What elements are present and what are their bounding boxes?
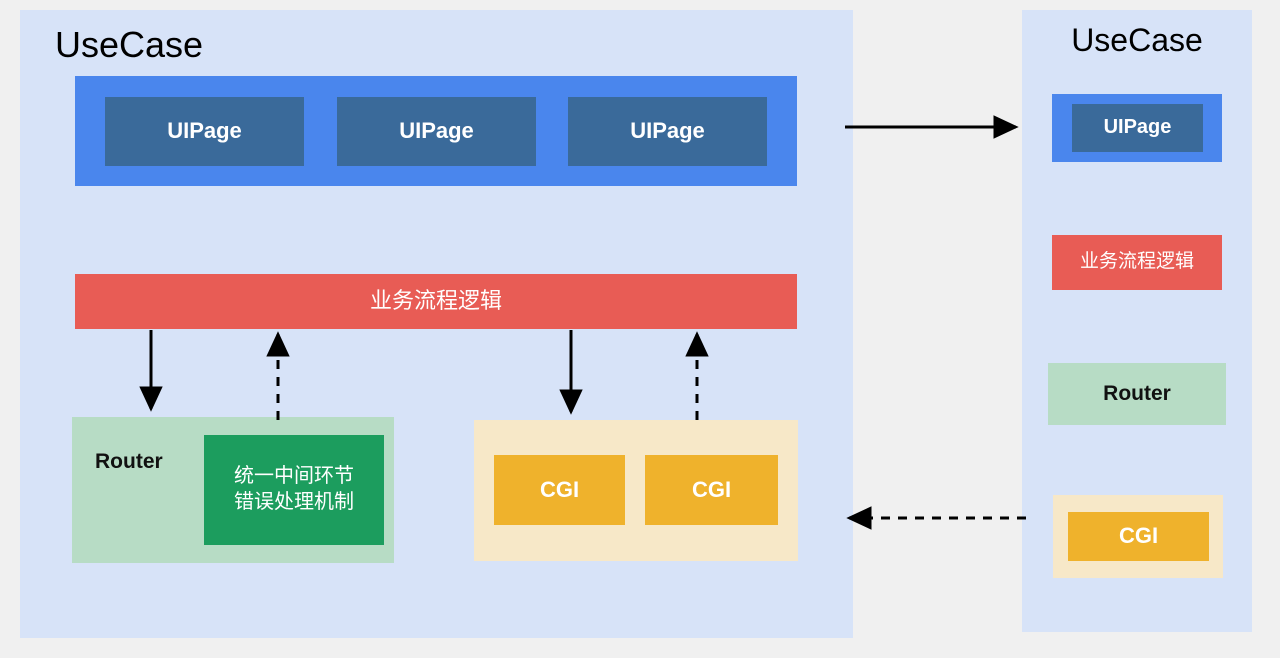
business-logic-chip-right[interactable]: 业务流程逻辑: [1052, 235, 1222, 290]
uipage-box-2[interactable]: UIPage: [337, 97, 536, 166]
uipage-box-1[interactable]: UIPage: [105, 97, 304, 166]
cgi-box-right[interactable]: CGI: [1068, 512, 1209, 561]
cgi-box-2[interactable]: CGI: [645, 455, 778, 525]
panel-right-title: UseCase: [1071, 22, 1203, 58]
business-logic-bar[interactable]: 业务流程逻辑: [75, 274, 797, 329]
middleware-error-handling-box[interactable]: 统一中间环节 错误处理机制: [204, 435, 384, 545]
cgi-box-1[interactable]: CGI: [494, 455, 625, 525]
uipage-box-right[interactable]: UIPage: [1072, 104, 1203, 152]
uipage-box-3[interactable]: UIPage: [568, 97, 767, 166]
router-chip-right[interactable]: Router: [1048, 363, 1226, 425]
diagram-canvas: UseCase UIPage UIPage UIPage 业务流程逻辑 Rout…: [0, 0, 1280, 658]
middleware-line-1: 统一中间环节: [234, 465, 354, 488]
middleware-line-2: 错误处理机制: [234, 491, 354, 513]
router-label-left: Router: [95, 450, 163, 474]
panel-left-title: UseCase: [55, 24, 204, 65]
